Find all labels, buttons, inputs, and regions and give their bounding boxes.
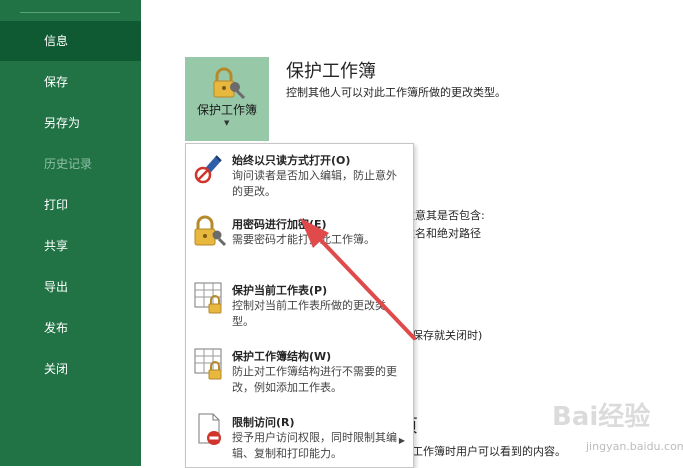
sidebar-item-export[interactable]: 导出	[0, 267, 141, 307]
menu-item-title: 保护工作簿结构(W)	[232, 350, 332, 363]
menu-item-restrict-access[interactable]: 限制访问(R) 授予用户访问权限，同时限制其编辑、复制和打印能力。 ▶	[186, 408, 413, 466]
sidebar-item-save[interactable]: 保存	[0, 62, 141, 102]
sheet-lock-icon	[194, 282, 222, 314]
menu-item-protect-current-sheet[interactable]: 保护当前工作表(P) 控制对当前工作表所做的更改类型。	[186, 276, 413, 338]
sidebar-item-history: 历史记录	[44, 157, 93, 171]
section-description: 控制其他人可以对此工作簿所做的更改类型。	[286, 86, 506, 99]
lock-key-icon	[213, 67, 245, 99]
sidebar-item-close[interactable]: 关闭	[0, 349, 141, 389]
chevron-right-icon[interactable]: ▶	[399, 436, 405, 445]
backstage-sidebar: 信息 保存 另存为 历史记录 打印 共享 导出 发布 关闭	[0, 0, 141, 466]
menu-item-description: 需要密码才能打开此工作簿。	[232, 233, 375, 246]
restrict-access-icon	[198, 413, 221, 445]
menu-item-title: 始终以只读方式打开(O)	[232, 154, 351, 167]
watermark-url: jingyan.baidu.com	[586, 440, 683, 453]
menu-item-description: 控制对当前工作表所做的更改类型。	[232, 299, 386, 328]
sidebar-item-print[interactable]: 打印	[0, 185, 141, 225]
inspect-text-1: 注意其是否包含:	[404, 209, 485, 222]
sidebar-item-save-as[interactable]: 另存为	[0, 103, 141, 143]
protect-workbook-button[interactable]: 保护工作簿 ▼	[185, 57, 269, 141]
menu-item-description: 防止对工作簿结构进行不需要的更改，例如添加工作表。	[232, 365, 397, 394]
sidebar-item-publish[interactable]: 发布	[0, 308, 141, 348]
inspect-text-2: 姓名和绝对路径	[404, 227, 481, 240]
watermark-logo: Bai经验	[552, 402, 651, 432]
menu-item-encrypt-with-password[interactable]: 用密码进行加密(E) 需要密码才能打开此工作簿。	[186, 210, 413, 270]
menu-item-title: 限制访问(R)	[232, 416, 295, 429]
versions-text: 保存就关闭时)	[412, 329, 483, 342]
menu-item-protect-workbook-structure[interactable]: 保护工作簿结构(W) 防止对工作簿结构进行不需要的更改，例如添加工作表。	[186, 342, 413, 404]
protect-workbook-button-label: 保护工作簿	[196, 103, 257, 117]
pen-no-edit-icon	[194, 155, 222, 184]
lock-key-icon	[194, 215, 226, 247]
workbook-structure-lock-icon	[194, 348, 222, 380]
sidebar-divider	[20, 12, 120, 13]
menu-item-title: 保护当前工作表(P)	[232, 284, 328, 297]
sidebar-item-share[interactable]: 共享	[0, 226, 141, 266]
menu-item-description: 询问读者是否加入编辑，防止意外的更改。	[232, 169, 397, 198]
section-title: 保护工作簿	[286, 61, 376, 82]
menu-item-title: 用密码进行加密(E)	[232, 218, 327, 231]
protect-workbook-menu: 始终以只读方式打开(O) 询问读者是否加入编辑，防止意外的更改。 用密码进行加密…	[185, 143, 414, 468]
sidebar-item-info[interactable]: 信息	[0, 21, 141, 61]
menu-item-always-open-readonly[interactable]: 始终以只读方式打开(O) 询问读者是否加入编辑，防止意外的更改。	[186, 146, 413, 206]
watermark: Bai经验 jingyan.baidu.com	[522, 388, 683, 466]
menu-item-description: 授予用户访问权限，同时限制其编辑、复制和打印能力。	[232, 431, 397, 460]
chevron-down-icon: ▼	[224, 119, 230, 127]
